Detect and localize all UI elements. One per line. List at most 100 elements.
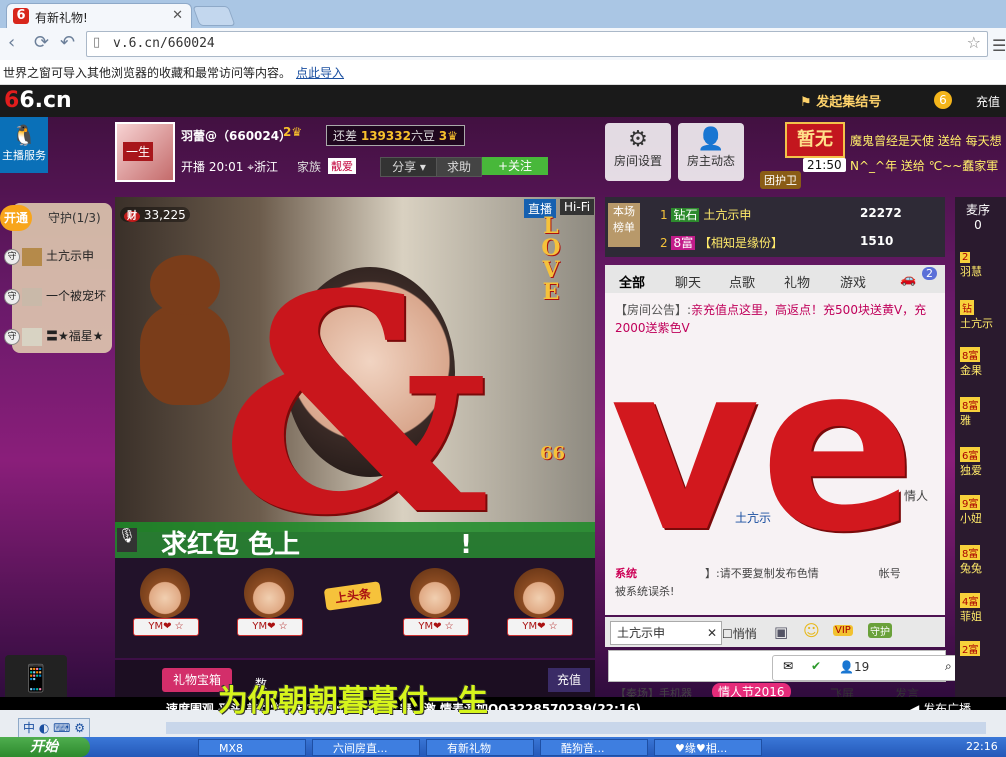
start-button[interactable]: 开始	[0, 737, 90, 757]
tab-games[interactable]: 游戏	[840, 272, 866, 291]
mic-item[interactable]: 9富 小妞	[960, 495, 1006, 526]
recharge-link[interactable]: 充值	[976, 93, 1000, 110]
follow-button[interactable]: +关注	[482, 157, 548, 175]
location-icon: ⌖	[247, 160, 254, 174]
mic-item[interactable]: 8富雅	[960, 397, 1006, 428]
tab-all[interactable]: 全部	[619, 272, 645, 291]
tab-title: 有新礼物!	[35, 11, 88, 25]
search-icon[interactable]: ⌕	[945, 659, 952, 674]
site-logo[interactable]: 66.cn	[4, 88, 72, 113]
guard-icon: 守	[4, 289, 20, 305]
gear-icon: ⚙	[628, 127, 648, 152]
undo-icon[interactable]: ↶	[60, 32, 75, 53]
megaphone-icon: ◀	[910, 702, 920, 710]
bookmark-star-icon[interactable]: ☆	[967, 33, 981, 52]
person-icon: 👤	[839, 660, 854, 674]
taskbar-item[interactable]: 有新礼物	[426, 739, 534, 756]
host-news-button[interactable]: 👤 房主动态	[678, 123, 744, 181]
gift-recharge-button[interactable]: 充值	[548, 668, 590, 692]
back-icon[interactable]: ‹	[8, 32, 15, 53]
hifi-button[interactable]: Hi-Fi	[560, 199, 595, 215]
site-favicon-icon: 6	[13, 8, 29, 24]
guard-item[interactable]: 守一个被宠坏	[4, 287, 114, 306]
chat-tabs	[605, 265, 945, 293]
countdown-time: 21:50	[803, 158, 846, 172]
microphone-icon[interactable]: 🎙	[117, 528, 137, 552]
ranking-row[interactable]: 2 8富 【相知是缘份】 1510	[660, 234, 893, 251]
ranking-row[interactable]: 1 钻石 土亢示申 22272	[660, 206, 902, 223]
image-icon[interactable]: ▣	[774, 623, 788, 641]
mic-list-title: 麦序 0	[965, 203, 990, 232]
emoji-icon[interactable]: ☺	[803, 621, 820, 640]
help-button[interactable]: 求助	[436, 157, 482, 177]
start-gather-button[interactable]: ⚑ 发起集结号	[800, 91, 881, 110]
mic-item[interactable]: 8富 金果	[960, 347, 1006, 378]
family-badge[interactable]: 靓爱	[328, 158, 356, 174]
mic-item[interactable]: 6富 独爱	[960, 447, 1006, 478]
guard-item[interactable]: 守〓★福星★	[4, 327, 114, 346]
tab-chat[interactable]: 聊天	[675, 272, 701, 291]
close-tab-icon[interactable]: ✕	[172, 8, 183, 23]
lyric-text: 为你朝朝暮暮付一生	[218, 684, 488, 719]
mic-item[interactable]: 8富 兔兔	[960, 545, 1006, 576]
whisper-checkbox[interactable]: ☐悄悄	[722, 625, 757, 642]
info-bar: 世界之窗可导入其他浏览器的收藏和最常访问等内容。 点此导入	[0, 60, 1006, 85]
guard-group-badge[interactable]: 团护卫	[760, 171, 801, 189]
taskbar-item[interactable]: 六间房直...	[312, 739, 420, 756]
publish-broadcast-button[interactable]: ◀ 发布广播	[910, 700, 971, 710]
guard-icon[interactable]: 守护	[868, 623, 892, 638]
mic-item[interactable]: 2富	[960, 641, 1006, 656]
taskbar-item[interactable]: MX8	[198, 739, 306, 756]
seat[interactable]: YM❤ ☆	[125, 568, 205, 648]
taskbar-item[interactable]: ♥缘♥相...	[654, 739, 762, 756]
level-progress: 还差 139332六豆 3♛	[326, 125, 465, 146]
gift-animation-text: ve	[610, 316, 916, 583]
start-time: 开播 20:01 ⌖浙江	[181, 160, 279, 174]
phone-icon[interactable]: 📱	[5, 655, 67, 703]
online-icon: ✔	[811, 659, 822, 673]
anchor-level: 2♛	[283, 125, 303, 139]
mic-item[interactable]: 4富 菲姐	[960, 593, 1006, 624]
anchor-avatar[interactable]: 一生	[115, 122, 175, 182]
gift-message: N^_^年 送给 ℃~~蠢家軍	[850, 159, 999, 173]
sofa-none-badge[interactable]: 暂无	[785, 122, 845, 158]
guard-icon: 守	[4, 329, 20, 345]
horizontal-scrollbar[interactable]	[166, 722, 986, 734]
open-guard-button[interactable]: 开通	[0, 205, 32, 231]
address-bar[interactable]: ▯ v.6.cn/660024 ☆	[86, 31, 988, 57]
user-icon: 👤	[697, 127, 725, 152]
navigation-bar: ‹ ⟳ ↶ ▯ v.6.cn/660024 ☆	[0, 28, 1006, 61]
viewer-count: 财 33,225	[120, 207, 190, 222]
room-settings-button[interactable]: ⚙ 房间设置	[605, 123, 671, 181]
share-button[interactable]: 分享 ▾	[380, 157, 438, 177]
url-text: v.6.cn/660024	[113, 36, 215, 51]
mic-item[interactable]: 2 羽慧	[960, 250, 1006, 279]
browser-tab[interactable]: 6 有新礼物! ✕	[6, 3, 192, 29]
anchor-name: 羽蕾@（660024）	[181, 129, 292, 143]
ranking-title[interactable]: 本场榜单	[608, 203, 640, 247]
seat[interactable]: YM❤ ☆	[499, 568, 579, 648]
coin-level-icon[interactable]: 6	[934, 91, 952, 109]
car-count-badge: 2	[922, 267, 937, 280]
gift-message: 魔鬼曾经是天使 送给 每天想	[850, 134, 1002, 148]
chat-target-select[interactable]: 土亢示申 ✕	[610, 621, 722, 645]
online-count: 👤19	[839, 660, 870, 674]
taskbar-item[interactable]: 酷狗音...	[540, 739, 648, 756]
refresh-icon[interactable]: ⟳	[34, 32, 49, 53]
car-icon[interactable]: 🚗	[900, 272, 916, 287]
tab-gifts[interactable]: 礼物	[784, 272, 810, 291]
system-clock: 22:16	[966, 740, 998, 753]
gift-animation-text: &	[220, 228, 491, 581]
tab-songs[interactable]: 点歌	[729, 272, 755, 291]
menu-icon[interactable]: ☰	[992, 36, 1006, 55]
qq-penguin-icon: 🐧	[11, 123, 37, 147]
new-tab-button[interactable]	[192, 6, 236, 26]
import-link[interactable]: 点此导入	[296, 64, 344, 81]
guard-item[interactable]: 守土亢示申	[4, 247, 114, 266]
qq-service-button[interactable]: 🐧 主播服务	[0, 117, 48, 173]
vip-icon[interactable]: VIP	[833, 625, 853, 636]
ime-toolbar[interactable]: 中 ◐ ⌨ ⚙	[18, 718, 91, 738]
mic-item[interactable]: 钻土亢示	[960, 300, 1006, 331]
mail-icon[interactable]: ✉	[783, 659, 793, 673]
family-label: 家族	[297, 160, 322, 174]
